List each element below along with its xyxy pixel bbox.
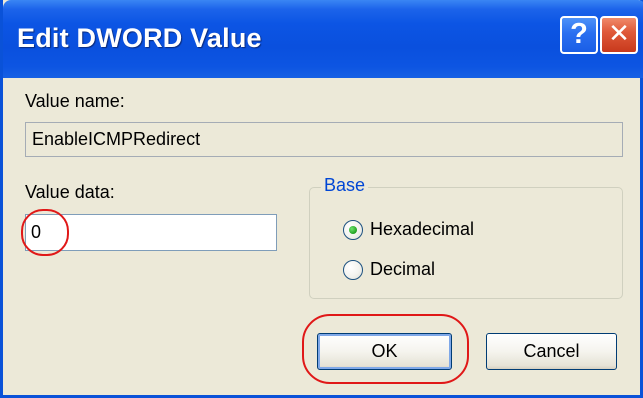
close-button[interactable]: ✕ — [600, 16, 638, 54]
radio-button-icon[interactable] — [343, 220, 363, 240]
edit-dword-dialog: Edit DWORD Value ? ✕ Value name: EnableI… — [0, 0, 643, 398]
close-icon: ✕ — [608, 19, 630, 49]
question-mark-icon: ? — [570, 18, 588, 50]
value-name-field: EnableICMPRedirect — [25, 122, 623, 157]
radio-selected-dot — [349, 226, 357, 234]
cancel-button[interactable]: Cancel — [486, 333, 617, 370]
title-bar[interactable]: Edit DWORD Value ? ✕ — [3, 0, 643, 78]
value-data-label: Value data: — [25, 182, 115, 202]
radio-hexadecimal-label: Hexadecimal — [370, 219, 475, 239]
value-data-input[interactable]: 0 — [25, 214, 277, 251]
radio-decimal-label: Decimal — [370, 259, 436, 279]
ok-button[interactable]: OK — [317, 333, 452, 370]
help-button[interactable]: ? — [560, 16, 598, 54]
base-legend: Base — [321, 175, 369, 196]
dialog-title: Edit DWORD Value — [17, 23, 262, 53]
value-name-label: Value name: — [25, 91, 125, 111]
base-groupbox — [309, 187, 623, 299]
radio-button-icon[interactable] — [343, 260, 363, 280]
